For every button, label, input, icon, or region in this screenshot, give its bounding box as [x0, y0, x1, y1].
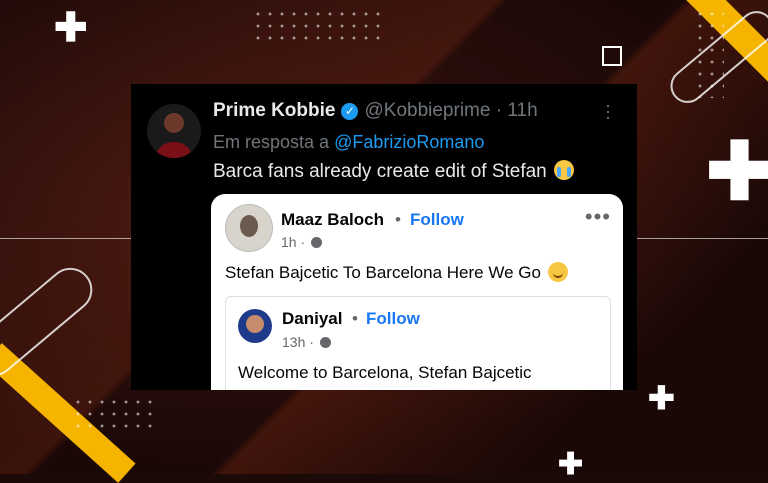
smiling-emoji-icon — [547, 262, 568, 282]
fb-shared-author-name[interactable]: Daniyal — [282, 309, 342, 329]
fb-follow-button[interactable]: Follow — [410, 210, 464, 230]
horizontal-dots-icon[interactable]: ••• — [585, 204, 611, 230]
fb-shared-post-time: 13h · — [282, 334, 331, 350]
divider-line-left — [0, 238, 131, 239]
fb-author-name[interactable]: Maaz Baloch — [281, 210, 384, 230]
plus-icon-bottom-center: ✚ — [558, 448, 584, 481]
square-outline-icon — [602, 46, 622, 66]
tweet-header: Prime Kobbie ✓ @Kobbieprime · 11h — [213, 100, 538, 122]
tweet-text: Barca fans already create edit of Stefan — [213, 160, 575, 183]
fb-shared-post[interactable]: Daniyal • Follow 13h · Welcome to Barcel… — [225, 296, 611, 390]
tweet-author-avatar[interactable] — [147, 104, 201, 158]
plus-icon-top-left: ✚ — [54, 6, 88, 50]
tweet-author-handle[interactable]: @Kobbieprime · 11h — [364, 100, 537, 122]
crying-emoji-icon — [554, 160, 575, 180]
fb-shared-post-text: Welcome to Barcelona, Stefan Bajcetic — [238, 363, 532, 382]
fb-author-avatar[interactable] — [225, 204, 273, 252]
fb-shared-follow-button[interactable]: Follow — [366, 309, 420, 329]
reply-context: Em resposta a @FabrizioRomano — [213, 132, 484, 153]
tweet-card: Prime Kobbie ✓ @Kobbieprime · 11h · · · Em… — [131, 84, 637, 390]
tweet-time: 11h — [507, 100, 538, 121]
tweet-author-name[interactable]: Prime Kobbie — [213, 100, 335, 122]
fb-shared-name-separator: • — [352, 309, 358, 328]
fb-post-card: Maaz Baloch • Follow 1h · ••• Stefan Baj… — [211, 194, 623, 390]
vertical-dots-icon[interactable]: · · · — [605, 96, 611, 126]
fb-post-time: 1h · — [281, 234, 323, 250]
dot-grid-top — [252, 8, 380, 46]
fb-name-separator: • — [395, 210, 401, 229]
fb-shared-author-avatar[interactable] — [238, 309, 272, 343]
globe-icon — [311, 237, 323, 248]
divider-line-right — [637, 238, 768, 239]
dot-grid-bottom-left — [72, 396, 156, 432]
plus-icon-bottom-right: ✚ — [648, 380, 675, 416]
globe-icon — [319, 337, 331, 348]
verified-badge-icon: ✓ — [341, 102, 359, 120]
reply-prefix: Em resposta a — [213, 132, 330, 152]
fb-post-text: Stefan Bajcetic To Barcelona Here We Go — [225, 262, 568, 283]
reply-mention-link[interactable]: @FabrizioRomano — [334, 132, 484, 152]
plus-icon-right-large: ✚ — [706, 127, 768, 216]
dot-grid-right — [694, 8, 724, 98]
